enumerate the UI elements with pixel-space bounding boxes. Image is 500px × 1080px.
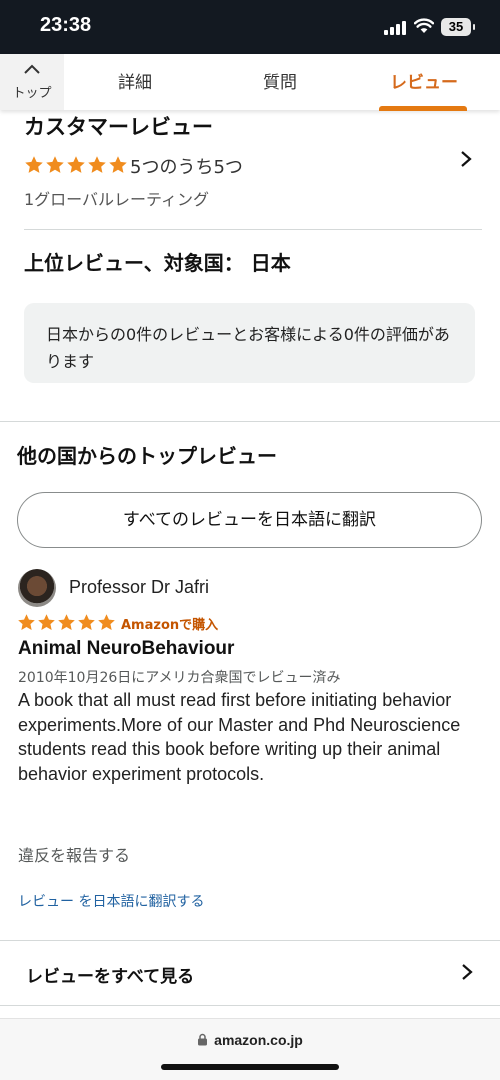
url-display: amazon.co.jp (0, 1032, 500, 1048)
see-all-reviews-label: レビューをすべて見る (26, 967, 195, 987)
translate-all-reviews-button[interactable]: すべてのレビューを日本語に翻訳 (17, 492, 482, 548)
star-icon (38, 614, 55, 631)
no-reviews-notice: 日本からの0件のレビューとお客様による0件の評価があります (24, 303, 475, 383)
tab-reviews[interactable]: レビュー (374, 54, 474, 110)
divider (24, 229, 482, 230)
cellular-signal-icon (384, 21, 406, 35)
back-to-top-label: トップ (12, 86, 52, 101)
star-icon (18, 614, 35, 631)
battery-icon: 35 (441, 18, 475, 36)
other-countries-heading: 他の国からのトップレビュー (17, 444, 277, 468)
back-to-top-button[interactable]: トップ (0, 54, 64, 110)
home-indicator (161, 1064, 339, 1070)
active-tab-indicator (379, 106, 467, 111)
review-body: A book that all must read first before i… (18, 690, 461, 784)
customer-reviews-heading: カスタマーレビュー (24, 115, 213, 139)
review-stars (17, 613, 117, 632)
review-title: Animal NeuroBehaviour (18, 638, 235, 659)
chevron-right-icon (461, 151, 472, 167)
reviewer-name[interactable]: Professor Dr Jafri (69, 577, 209, 598)
status-time: 23:38 (40, 14, 92, 36)
rating-text: 5つのうち5つ (130, 157, 243, 178)
wifi-icon (414, 18, 434, 33)
tab-questions[interactable]: 質問 (245, 54, 315, 110)
rating-summary-link[interactable]: 5つのうち5つ 1グローバルレーティング (24, 150, 494, 220)
url-text: amazon.co.jp (214, 1032, 303, 1048)
star-icon (88, 156, 106, 173)
tab-details[interactable]: 詳細 (100, 54, 170, 110)
chevron-up-icon (24, 64, 40, 74)
summary-stars (24, 155, 129, 175)
reviewer-avatar (18, 569, 56, 607)
lock-icon (198, 1033, 208, 1046)
review-date: 2010年10月26日にアメリカ合衆国でレビュー済み (18, 670, 341, 686)
star-icon (58, 614, 75, 631)
star-icon (109, 156, 127, 173)
global-rating-count: 1グローバルレーティング (24, 190, 210, 209)
report-abuse-link[interactable]: 違反を報告する (18, 842, 130, 866)
section-tab-bar: トップ 詳細 質問 レビュー (0, 54, 500, 111)
star-icon (67, 156, 85, 173)
star-icon (78, 614, 95, 631)
section-divider (0, 1005, 500, 1006)
see-all-reviews-button[interactable]: レビューをすべて見る (0, 942, 500, 1004)
star-icon (25, 156, 43, 173)
top-reviews-japan-heading: 上位レビュー、対象国： 日本 (24, 251, 291, 275)
chevron-right-icon (462, 964, 473, 980)
browser-url-bar[interactable]: amazon.co.jp (0, 1018, 500, 1080)
section-divider (0, 940, 500, 941)
verified-purchase-badge: Amazonで購入 (121, 618, 219, 633)
status-bar: 23:38 35 (0, 0, 500, 54)
translate-review-link[interactable]: レビュー を日本語に翻訳する (18, 891, 204, 911)
section-divider (0, 421, 500, 422)
star-icon (98, 614, 115, 631)
star-icon (46, 156, 64, 173)
